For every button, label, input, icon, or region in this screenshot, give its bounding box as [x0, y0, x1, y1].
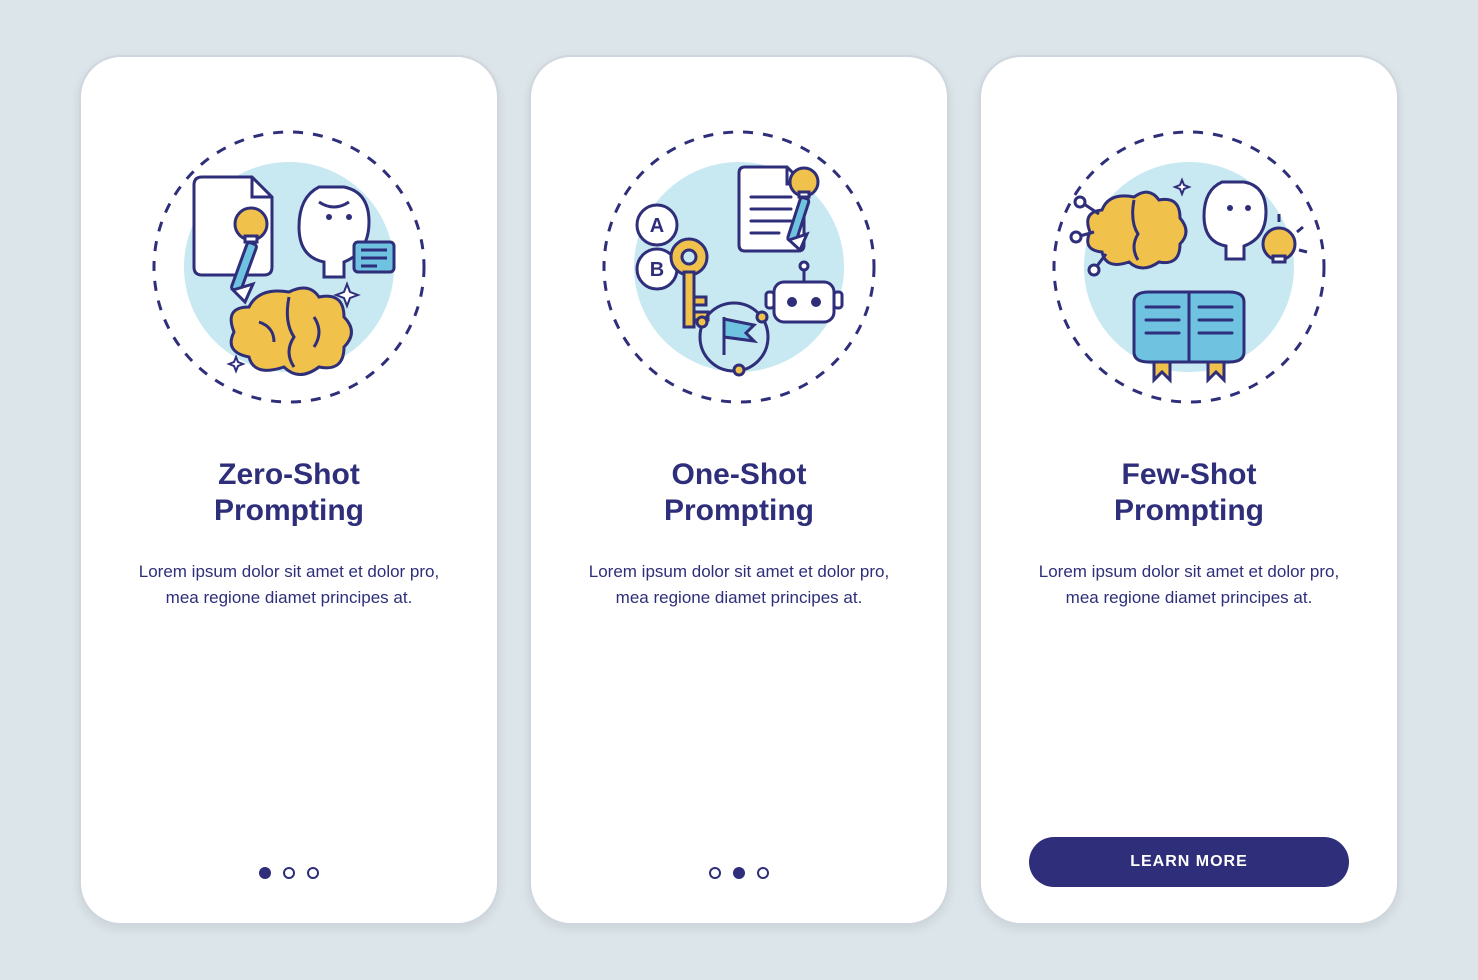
- dot-3[interactable]: [307, 867, 319, 879]
- screen-title: Few-ShotPrompting: [1114, 457, 1264, 529]
- screen-description: Lorem ipsum dolor sit amet et dolor pro,…: [1029, 559, 1349, 610]
- one-shot-icon: A B: [589, 117, 889, 417]
- onboarding-screen-2: A B: [529, 55, 949, 925]
- dot-2[interactable]: [733, 867, 745, 879]
- dot-1[interactable]: [709, 867, 721, 879]
- screen-title: Zero-ShotPrompting: [214, 457, 364, 529]
- svg-text:B: B: [650, 259, 664, 281]
- onboarding-screen-3: Few-ShotPrompting Lorem ipsum dolor sit …: [979, 55, 1399, 925]
- screen-description: Lorem ipsum dolor sit amet et dolor pro,…: [129, 559, 449, 610]
- screen-title: One-ShotPrompting: [664, 457, 814, 529]
- screen-description: Lorem ipsum dolor sit amet et dolor pro,…: [579, 559, 899, 610]
- dot-3[interactable]: [757, 867, 769, 879]
- onboarding-screen-1: Zero-ShotPrompting Lorem ipsum dolor sit…: [79, 55, 499, 925]
- page-indicator: [81, 867, 497, 879]
- svg-text:A: A: [650, 215, 664, 237]
- dot-2[interactable]: [283, 867, 295, 879]
- dot-1[interactable]: [259, 867, 271, 879]
- few-shot-icon: [1039, 117, 1339, 417]
- learn-more-button[interactable]: LEARN MORE: [1029, 837, 1349, 887]
- zero-shot-icon: [139, 117, 439, 417]
- page-indicator: [531, 867, 947, 879]
